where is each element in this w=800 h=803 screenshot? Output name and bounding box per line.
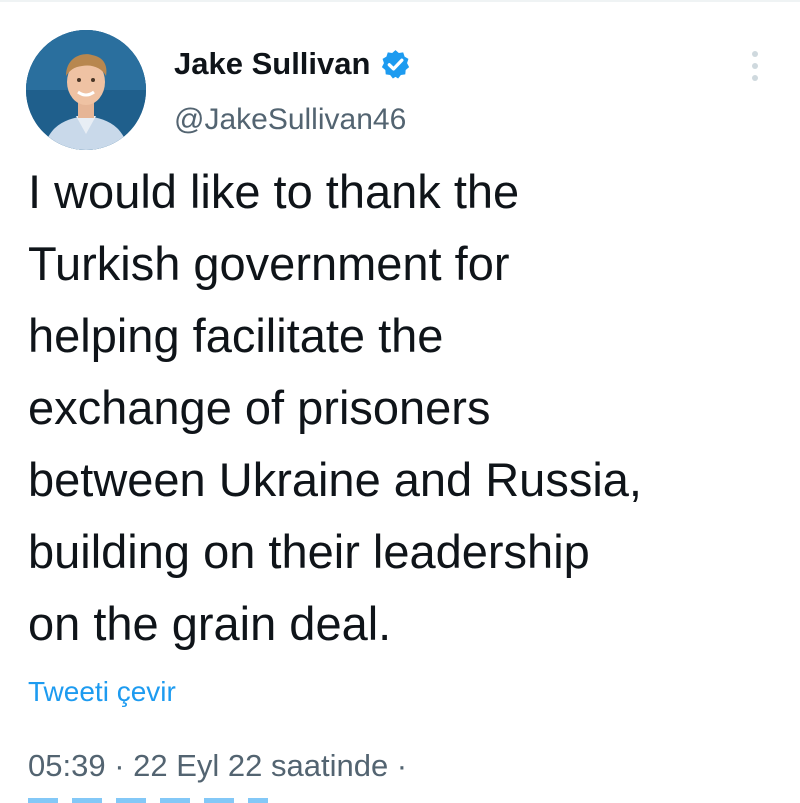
tweet-text-line: I would like to thank the bbox=[28, 165, 520, 218]
tweet-text-line: exchange of prisoners bbox=[28, 381, 491, 434]
more-vertical-icon-dot bbox=[752, 75, 758, 81]
author-handle[interactable]: @JakeSullivan46 bbox=[174, 100, 406, 140]
tweet-text-line: between Ukraine and Russia, bbox=[28, 453, 642, 506]
verified-badge-icon bbox=[379, 48, 412, 81]
more-vertical-icon-dot bbox=[752, 63, 758, 69]
truncated-link-row bbox=[28, 798, 268, 803]
author-display-name[interactable]: Jake Sullivan bbox=[174, 44, 370, 84]
tweet-text-line: building on their leadership bbox=[28, 525, 590, 578]
tweet-text-line: Turkish government for bbox=[28, 237, 510, 290]
tweet-text: I would like to thank the Turkish govern… bbox=[28, 156, 778, 660]
avatar[interactable] bbox=[26, 30, 146, 150]
tweet-text-line: on the grain deal. bbox=[28, 597, 392, 650]
tweet-timestamp[interactable]: 05:39 · 22 Eyl 22 saatinde · bbox=[28, 746, 407, 786]
top-divider bbox=[0, 0, 800, 2]
author-name-row[interactable]: Jake Sullivan bbox=[174, 44, 412, 84]
more-options-button[interactable] bbox=[740, 46, 770, 86]
more-vertical-icon bbox=[752, 51, 758, 57]
translate-tweet-link[interactable]: Tweeti çevir bbox=[28, 674, 176, 710]
tweet-text-line: helping facilitate the bbox=[28, 309, 444, 362]
avatar-photo-icon bbox=[26, 30, 146, 150]
